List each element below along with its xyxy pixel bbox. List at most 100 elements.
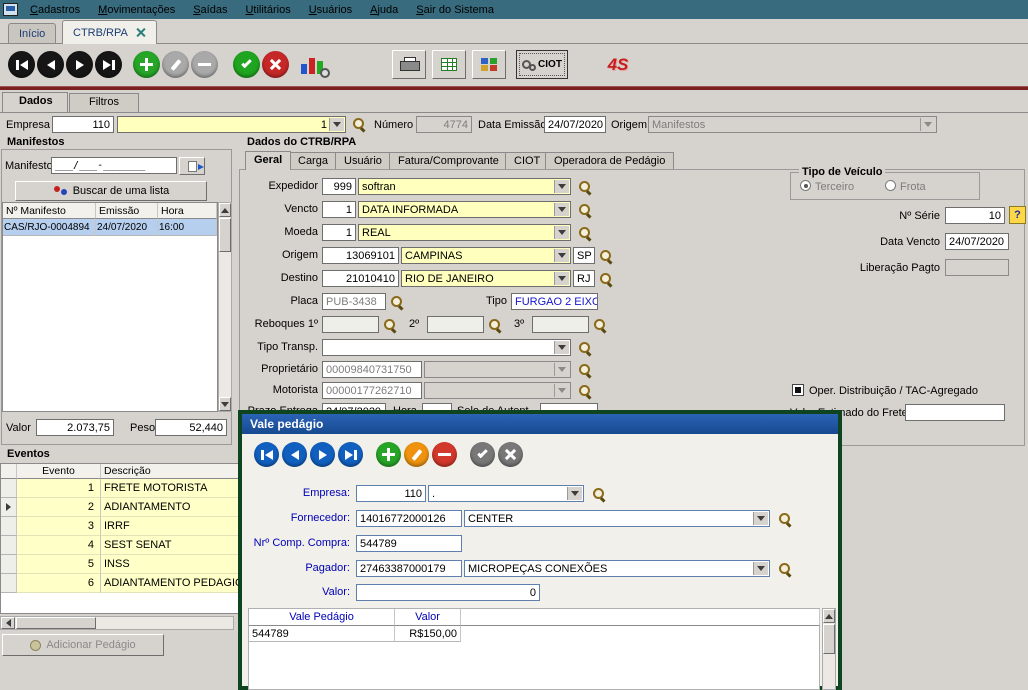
search-icon[interactable]	[578, 384, 592, 398]
search-icon[interactable]	[599, 249, 613, 263]
reboque2-field[interactable]	[427, 316, 484, 333]
oper-distribuicao-checkbox[interactable]	[792, 384, 804, 396]
dropdown-arrow-icon[interactable]	[329, 118, 344, 131]
scroll-up-button[interactable]	[823, 609, 835, 623]
data-emissao-field[interactable]: 24/07/2020	[544, 116, 606, 133]
modal-empresa-code-field[interactable]: 110	[356, 485, 426, 502]
nav-prev-button[interactable]	[37, 51, 64, 78]
tab-dados[interactable]: Dados	[2, 92, 68, 112]
chart-button[interactable]	[300, 52, 330, 78]
nav-last-button[interactable]	[95, 51, 122, 78]
search-icon[interactable]	[578, 363, 592, 377]
table-row[interactable]: 6	[17, 574, 101, 593]
modal-empresa-combo[interactable]: .	[428, 485, 584, 502]
serie-field[interactable]: 10	[945, 207, 1005, 224]
modal-cancel-button[interactable]	[498, 442, 523, 467]
modal-pagador-code-field[interactable]: 27463387000179	[356, 560, 462, 577]
search-icon[interactable]	[578, 341, 592, 355]
buscar-lista-button[interactable]: Buscar de uma lista	[15, 181, 207, 201]
expedidor-code-field[interactable]: 999	[322, 178, 356, 195]
column-header[interactable]: Evento	[17, 464, 101, 479]
table-row[interactable]: 5	[17, 555, 101, 574]
manifesto-input[interactable]: ___/___-_______	[51, 157, 177, 174]
modal-nav-first-button[interactable]	[254, 442, 279, 467]
column-header[interactable]: Vale Pedágio	[249, 609, 395, 626]
scroll-thumb[interactable]	[219, 218, 231, 252]
print-button[interactable]	[392, 50, 426, 79]
edit-button[interactable]	[162, 51, 189, 78]
vencto-combo[interactable]: DATA INFORMADA	[358, 201, 571, 218]
origem-uf-field[interactable]: SP	[573, 247, 595, 264]
radio-frota[interactable]	[885, 180, 896, 191]
table-row[interactable]: 1	[17, 479, 101, 498]
search-icon[interactable]	[778, 512, 792, 526]
search-icon[interactable]	[599, 272, 613, 286]
delete-button[interactable]	[191, 51, 218, 78]
modal-nav-next-button[interactable]	[310, 442, 335, 467]
menu-utilitarios[interactable]: Utilitários	[236, 2, 299, 18]
tab-ctrb-rpa[interactable]: CTRB/RPA	[62, 20, 157, 44]
destino-code-field[interactable]: 21010410	[322, 270, 399, 287]
scroll-thumb[interactable]	[823, 624, 835, 654]
manifestos-scrollbar[interactable]	[218, 202, 232, 412]
table-row[interactable]: 2	[17, 498, 101, 517]
nav-first-button[interactable]	[8, 51, 35, 78]
column-header[interactable]: Emissão	[96, 203, 158, 219]
modal-fornecedor-code-field[interactable]: 14016772000126	[356, 510, 462, 527]
destino-uf-field[interactable]: RJ	[573, 270, 595, 287]
modal-confirm-button[interactable]	[470, 442, 495, 467]
nav-next-button[interactable]	[66, 51, 93, 78]
system-icon[interactable]	[3, 3, 18, 16]
dialog-titlebar[interactable]: Vale pedágio	[242, 414, 838, 434]
destino-cidade-combo[interactable]: RIO DE JANEIRO	[401, 270, 571, 287]
eventos-hscrollbar[interactable]	[0, 616, 234, 630]
search-icon[interactable]	[383, 318, 397, 332]
radio-terceiro[interactable]	[800, 180, 811, 191]
modal-valor-field[interactable]: 0	[356, 584, 540, 601]
tab-ciot[interactable]: CIOT	[505, 152, 549, 170]
dropdown-arrow-icon[interactable]	[753, 512, 768, 525]
menu-usuarios[interactable]: Usuários	[300, 2, 361, 18]
menu-ajuda[interactable]: Ajuda	[361, 2, 407, 18]
modal-pagador-combo[interactable]: MICROPEÇAS CONEXÕES	[464, 560, 770, 577]
origem-code-field[interactable]: 13069101	[322, 247, 399, 264]
modal-nav-prev-button[interactable]	[282, 442, 307, 467]
dropdown-arrow-icon[interactable]	[554, 180, 569, 193]
tab-geral[interactable]: Geral	[245, 151, 291, 170]
dropdown-arrow-icon[interactable]	[567, 487, 582, 500]
scroll-down-button[interactable]	[219, 397, 231, 411]
tab-operadora-pedagio[interactable]: Operadora de Pedágio	[545, 152, 674, 170]
search-icon[interactable]	[778, 562, 792, 576]
search-icon[interactable]	[578, 226, 592, 240]
column-header[interactable]: Hora	[158, 203, 217, 219]
search-icon[interactable]	[592, 487, 606, 501]
ciot-button[interactable]: CIOT	[516, 50, 568, 79]
tab-fatura-comprovante[interactable]: Fatura/Comprovante	[389, 152, 508, 170]
menu-movimentacoes[interactable]: Movimentações	[89, 2, 184, 18]
dropdown-arrow-icon[interactable]	[554, 341, 569, 354]
cancel-button[interactable]	[262, 51, 289, 78]
vencto-code-field[interactable]: 1	[322, 201, 356, 218]
manifesto-go-button[interactable]	[179, 157, 205, 175]
tipo-transp-combo[interactable]	[322, 339, 571, 356]
table-row[interactable]: CAS/RJO-0004894	[3, 219, 96, 236]
dropdown-arrow-icon[interactable]	[753, 562, 768, 575]
modal-comp-compra-field[interactable]: 544789	[356, 535, 462, 552]
moeda-code-field[interactable]: 1	[322, 224, 356, 241]
reboque3-field[interactable]	[532, 316, 589, 333]
modal-fornecedor-combo[interactable]: CENTER	[464, 510, 770, 527]
search-icon[interactable]	[593, 318, 607, 332]
valor-estimado-field[interactable]	[905, 404, 1005, 421]
search-icon[interactable]	[578, 180, 592, 194]
dropdown-arrow-icon[interactable]	[554, 249, 569, 262]
expedidor-combo[interactable]: softran	[358, 178, 571, 195]
origem-cidade-combo[interactable]: CAMPINAS	[401, 247, 571, 264]
dropdown-arrow-icon[interactable]	[554, 226, 569, 239]
tab-carga[interactable]: Carga	[289, 152, 337, 170]
data-vencto-field[interactable]: 24/07/2020	[945, 233, 1009, 250]
tab-inicio[interactable]: Início	[8, 23, 56, 44]
table-row[interactable]: 544789	[249, 626, 395, 642]
search-icon[interactable]	[352, 117, 366, 131]
modal-add-button[interactable]	[376, 442, 401, 467]
table-row[interactable]: 4	[17, 536, 101, 555]
